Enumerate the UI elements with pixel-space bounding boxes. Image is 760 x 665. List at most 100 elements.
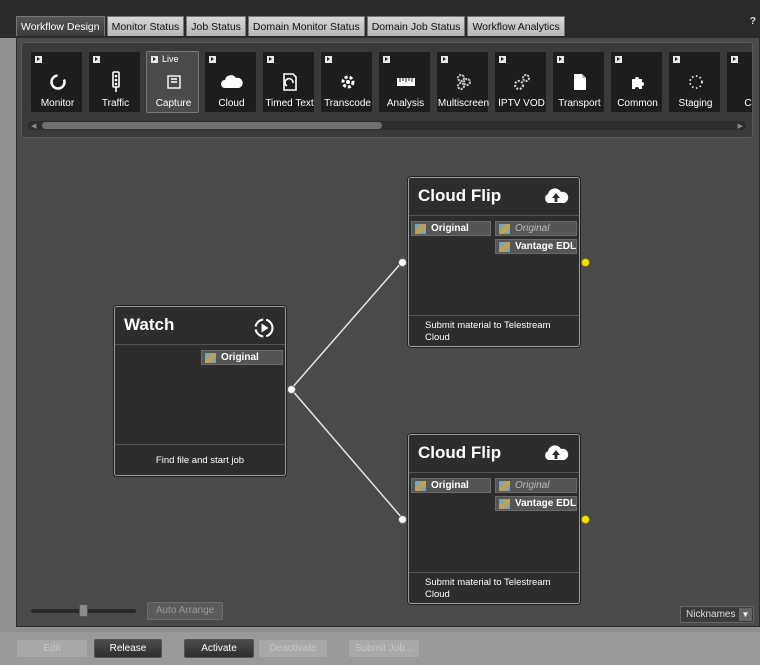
node-separator bbox=[409, 472, 579, 473]
workflow-canvas[interactable]: Watch Original Find file and start job C… bbox=[17, 142, 759, 626]
cloud-bottom-input-port[interactable] bbox=[398, 515, 407, 524]
tool-con[interactable]: Con bbox=[726, 51, 752, 113]
input-original[interactable]: Original bbox=[411, 221, 491, 236]
tool-multiscreen[interactable]: Multiscreen bbox=[436, 51, 489, 113]
tool-label: Capture bbox=[155, 98, 192, 109]
workflow-design-panel: Monitor Traffic Live Capture Cloud Timed… bbox=[16, 37, 760, 627]
multiscreen-icon bbox=[437, 71, 490, 93]
cloud-top-input-port[interactable] bbox=[398, 258, 407, 267]
bottom-action-bar: Edit Release Activate Deactivate Submit … bbox=[0, 632, 760, 665]
tool-label: Traffic bbox=[101, 98, 130, 109]
tool-label: Common bbox=[617, 98, 658, 109]
tool-label: Multiscreen bbox=[437, 98, 490, 109]
traffic-icon bbox=[89, 71, 142, 93]
activate-button[interactable]: Activate bbox=[184, 639, 254, 658]
node-separator bbox=[115, 344, 285, 345]
expand-arrow-icon[interactable] bbox=[209, 56, 216, 63]
tab-job-status[interactable]: Job Status bbox=[186, 16, 246, 36]
output-vantage-edl[interactable]: Vantage EDL bbox=[495, 239, 577, 254]
tab-monitor-status[interactable]: Monitor Status bbox=[106, 16, 185, 36]
tool-label: Analysis bbox=[386, 98, 425, 109]
tool-common[interactable]: Common bbox=[610, 51, 663, 113]
expand-arrow-icon[interactable] bbox=[93, 56, 100, 63]
connection-line bbox=[290, 388, 403, 519]
node-description: Submit material to Telestream Cloud bbox=[425, 320, 551, 343]
expand-arrow-icon[interactable] bbox=[151, 56, 158, 63]
chevron-down-icon[interactable]: ▼ bbox=[739, 608, 752, 621]
tab-bar: Workflow Design Monitor Status Job Statu… bbox=[0, 0, 760, 38]
pill-label: Original bbox=[515, 480, 550, 491]
tool-label: Timed Text bbox=[265, 98, 314, 109]
tool-transcode[interactable]: Transcode bbox=[320, 51, 373, 113]
scroll-right-icon[interactable]: ▶ bbox=[738, 122, 743, 130]
tool-analysis[interactable]: Analysis bbox=[378, 51, 431, 113]
output-original[interactable]: Original bbox=[495, 221, 577, 236]
tab-domain-job-status[interactable]: Domain Job Status bbox=[366, 16, 466, 36]
auto-arrange-button[interactable]: Auto Arrange bbox=[147, 602, 223, 620]
output-original[interactable]: Original bbox=[201, 350, 283, 365]
tool-monitor[interactable]: Monitor bbox=[30, 51, 83, 113]
tool-cloud[interactable]: Cloud bbox=[204, 51, 257, 113]
tool-label: Monitor bbox=[40, 98, 75, 109]
node-title: Cloud Flip bbox=[418, 443, 502, 462]
deactivate-button[interactable]: Deactivate bbox=[258, 639, 328, 658]
toolbox-scrollbar[interactable]: ◀ ▶ bbox=[28, 121, 746, 130]
expand-arrow-icon[interactable] bbox=[35, 56, 42, 63]
pill-label: Original bbox=[221, 352, 259, 363]
tool-capture[interactable]: Live Capture bbox=[146, 51, 199, 113]
staging-icon bbox=[669, 71, 722, 93]
tab-domain-monitor-status[interactable]: Domain Monitor Status bbox=[247, 16, 365, 36]
watch-node[interactable]: Watch Original Find file and start job bbox=[114, 306, 286, 476]
tab-strip: Workflow Design Monitor Status Job Statu… bbox=[16, 16, 565, 37]
scrollbar-thumb[interactable] bbox=[42, 122, 382, 129]
transcode-icon bbox=[321, 71, 374, 93]
tab-workflow-analytics[interactable]: Workflow Analytics bbox=[467, 16, 565, 36]
tool-traffic[interactable]: Traffic bbox=[88, 51, 141, 113]
expand-arrow-icon[interactable] bbox=[325, 56, 332, 63]
cloud-flip-node-bottom[interactable]: Cloud Flip Original Original Vantage EDL… bbox=[408, 434, 580, 604]
tool-label: Con bbox=[744, 98, 752, 109]
expand-arrow-icon[interactable] bbox=[499, 56, 506, 63]
watch-output-port[interactable] bbox=[287, 385, 296, 394]
release-button[interactable]: Release bbox=[94, 639, 162, 658]
help-button[interactable]: ? bbox=[750, 16, 756, 27]
tab-workflow-design[interactable]: Workflow Design bbox=[16, 16, 105, 36]
input-original[interactable]: Original bbox=[411, 478, 491, 493]
cloud-upload-icon bbox=[543, 445, 569, 466]
expand-arrow-icon[interactable] bbox=[383, 56, 390, 63]
timed-text-icon bbox=[263, 71, 316, 93]
watch-play-icon bbox=[253, 317, 275, 344]
tool-iptv-vod[interactable]: IPTV VOD bbox=[494, 51, 547, 113]
tool-transport[interactable]: Transport bbox=[552, 51, 605, 113]
expand-arrow-icon[interactable] bbox=[731, 56, 738, 63]
capture-icon bbox=[147, 71, 200, 93]
output-vantage-edl[interactable]: Vantage EDL bbox=[495, 496, 577, 511]
submit-job-button[interactable]: Submit Job... bbox=[348, 639, 420, 658]
expand-arrow-icon[interactable] bbox=[615, 56, 622, 63]
iptv-vod-icon bbox=[495, 71, 548, 93]
expand-arrow-icon[interactable] bbox=[441, 56, 448, 63]
expand-arrow-icon[interactable] bbox=[673, 56, 680, 63]
cloud-bottom-output-port[interactable] bbox=[581, 515, 590, 524]
tool-staging[interactable]: Staging bbox=[668, 51, 721, 113]
cloud-top-output-port[interactable] bbox=[581, 258, 590, 267]
node-separator bbox=[409, 215, 579, 216]
tool-label: IPTV VOD bbox=[498, 98, 545, 109]
edit-button[interactable]: Edit bbox=[16, 639, 88, 658]
expand-arrow-icon[interactable] bbox=[557, 56, 564, 63]
expand-arrow-icon[interactable] bbox=[267, 56, 274, 63]
cloud-upload-icon bbox=[543, 188, 569, 209]
file-icon bbox=[499, 242, 510, 252]
nicknames-dropdown[interactable]: Nicknames ▼ bbox=[680, 606, 754, 623]
pill-label: Original bbox=[515, 223, 550, 234]
scroll-left-icon[interactable]: ◀ bbox=[31, 122, 36, 130]
tool-timed-text[interactable]: Timed Text bbox=[262, 51, 315, 113]
cloud-icon bbox=[205, 71, 258, 93]
cloud-flip-node-top[interactable]: Cloud Flip Original Original Vantage EDL… bbox=[408, 177, 580, 347]
pill-label: Vantage EDL bbox=[515, 498, 577, 509]
output-original[interactable]: Original bbox=[495, 478, 577, 493]
file-icon bbox=[499, 499, 510, 509]
zoom-slider-handle[interactable] bbox=[79, 604, 88, 617]
file-icon bbox=[415, 224, 426, 234]
live-flag-label: Live bbox=[162, 54, 179, 64]
